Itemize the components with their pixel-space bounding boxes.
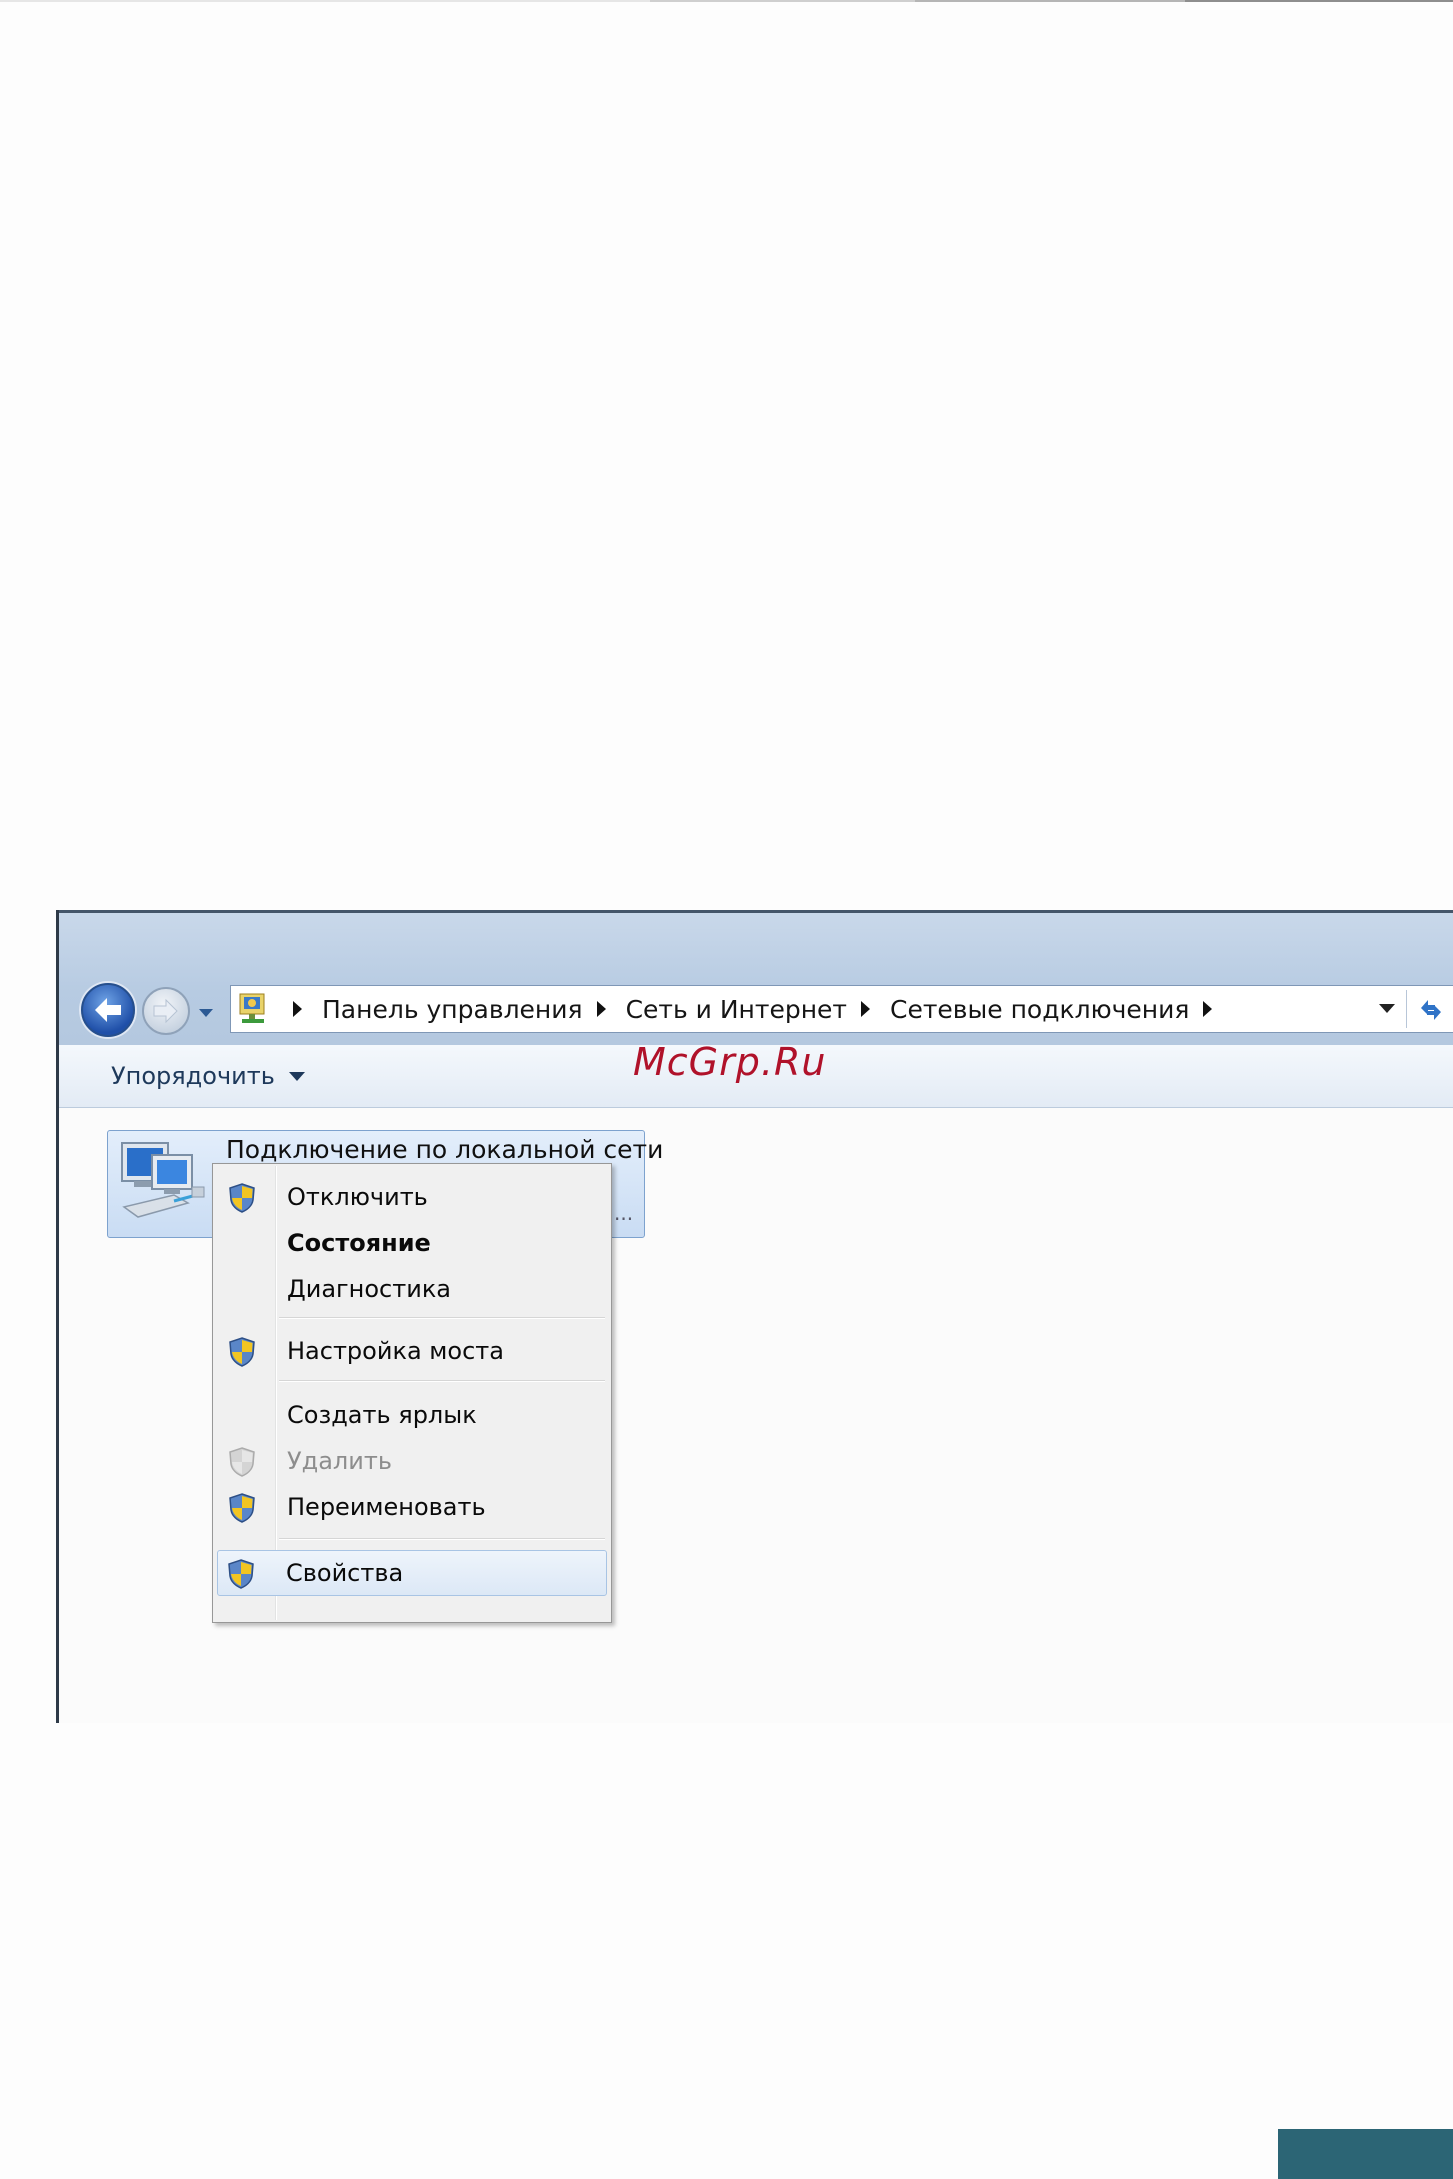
connection-name: Подключение по локальной сети [226,1135,664,1164]
explorer-window: Панель управления Сеть и Интернет Сетевы… [56,910,1453,1723]
breadcrumb-separator-icon[interactable] [1203,1001,1213,1017]
menu-item-label: Свойства [286,1559,404,1587]
menu-separator [279,1538,605,1540]
breadcrumb-separator-icon[interactable] [293,1001,302,1017]
back-arrow-icon [95,998,121,1022]
organize-button[interactable]: Упорядочить [111,1045,305,1107]
breadcrumb-separator-icon[interactable] [861,1001,870,1017]
breadcrumb: Панель управления Сеть и Интернет Сетевы… [279,986,1232,1032]
page-top-rule [0,0,1453,2]
menu-item-label: Диагностика [287,1275,452,1303]
menu-item-create-shortcut[interactable]: Создать ярлык [215,1392,609,1438]
address-divider [1406,990,1407,1028]
connection-details-ellipsis: ... [614,1201,634,1225]
uac-shield-icon [229,1447,255,1477]
menu-item-label: Создать ярлык [287,1401,477,1429]
menu-separator [279,1317,605,1319]
chevron-down-icon[interactable] [1379,1004,1395,1013]
network-adapter-icon [121,1142,205,1218]
uac-shield-icon [229,1183,255,1213]
menu-item-label: Состояние [287,1229,431,1257]
window-titlebar: Панель управления Сеть и Интернет Сетевы… [59,913,1453,1045]
back-button[interactable] [81,983,135,1037]
chevron-down-icon [288,1071,305,1081]
address-bar[interactable]: Панель управления Сеть и Интернет Сетевы… [230,985,1453,1033]
menu-item-label: Отключить [287,1183,428,1211]
menu-item-diagnostics[interactable]: Диагностика [215,1266,609,1312]
page-corner-tab [1278,2129,1453,2179]
menu-item-rename[interactable]: Переименовать [215,1484,609,1530]
breadcrumb-network-internet[interactable]: Сеть и Интернет [626,995,847,1024]
menu-item-properties[interactable]: Свойства [217,1550,607,1596]
refresh-icon[interactable] [1415,994,1447,1026]
organize-label: Упорядочить [111,1062,275,1090]
uac-shield-icon [229,1337,255,1367]
breadcrumb-separator-icon[interactable] [596,1001,606,1017]
forward-arrow-icon [153,998,178,1024]
menu-item-bridge[interactable]: Настройка моста [215,1328,609,1374]
breadcrumb-control-panel[interactable]: Панель управления [322,995,583,1024]
menu-item-delete: Удалить [215,1438,609,1484]
menu-item-status[interactable]: Состояние [215,1220,609,1266]
breadcrumb-network-connections[interactable]: Сетевые подключения [890,995,1189,1024]
forward-button[interactable] [142,987,190,1035]
uac-shield-icon [229,1493,255,1523]
menu-item-label: Переименовать [287,1493,486,1521]
uac-shield-icon [228,1559,254,1589]
menu-item-label: Удалить [287,1447,392,1475]
menu-item-label: Настройка моста [287,1337,504,1365]
network-connections-icon [239,993,265,1023]
chevron-down-icon[interactable] [197,1007,215,1019]
context-menu: Отключить Состояние Диагностика Настройк… [212,1163,612,1623]
menu-item-disable[interactable]: Отключить [215,1174,609,1220]
menu-separator [279,1380,605,1382]
watermark: McGrp.Ru [633,1040,827,1084]
